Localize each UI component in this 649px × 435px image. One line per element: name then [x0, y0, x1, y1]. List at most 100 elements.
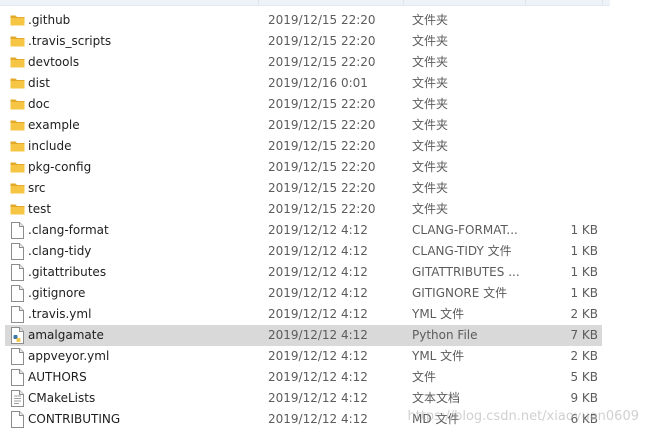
row-icon-cell: [8, 388, 26, 409]
date-modified: 2019/12/15 22:20: [268, 181, 376, 195]
file-type: GITATTRIBUTES ...: [412, 265, 520, 279]
file-size: 1 KB: [570, 265, 598, 279]
folder-icon: [10, 99, 25, 110]
row-icon-cell: [8, 325, 26, 346]
folder-icon: [10, 141, 25, 152]
file-name: include: [28, 139, 72, 153]
folder-row[interactable]: pkg-config 2019/12/15 22:20 文件夹: [5, 157, 602, 178]
folder-icon: [10, 36, 25, 47]
file-name: .clang-format: [28, 223, 109, 237]
row-icon-cell: [8, 94, 26, 115]
file-size: 9 KB: [570, 391, 598, 405]
file-name: src: [28, 181, 46, 195]
file-name: dist: [28, 76, 50, 90]
row-icon-cell: [8, 409, 26, 430]
row-icon-cell: [8, 346, 26, 367]
folder-row[interactable]: devtools 2019/12/15 22:20 文件夹: [5, 52, 602, 73]
file-type: 文本文档: [412, 391, 461, 405]
file-name: .gitattributes: [28, 265, 107, 279]
date-modified: 2019/12/15 22:20: [268, 118, 376, 132]
file-type: 文件: [412, 370, 437, 384]
file-size: [525, 178, 598, 199]
file-name: pkg-config: [28, 160, 92, 174]
file-row[interactable]: amalgamate 2019/12/12 4:12 Python File 7 KB: [5, 325, 602, 346]
file-type: 文件夹: [412, 139, 449, 153]
python-file-icon: [11, 327, 24, 344]
folder-row[interactable]: doc 2019/12/15 22:20 文件夹: [5, 94, 602, 115]
file-size: 7 KB: [570, 328, 598, 342]
file-icon: [11, 285, 24, 302]
column-divider[interactable]: [602, 0, 603, 5]
file-size: 1 KB: [570, 223, 598, 237]
folder-row[interactable]: .travis_scripts 2019/12/15 22:20 文件夹: [5, 31, 602, 52]
file-name: .travis.yml: [28, 307, 92, 321]
file-type: 文件夹: [412, 34, 449, 48]
file-row[interactable]: .clang-format 2019/12/12 4:12 CLANG-FORMAT…: [5, 220, 602, 241]
file-name: doc: [28, 97, 50, 111]
row-icon-cell: [8, 52, 26, 73]
folder-row[interactable]: dist 2019/12/16 0:01 文件夹: [5, 73, 602, 94]
folder-icon: [10, 204, 25, 215]
file-icon: [11, 369, 24, 386]
file-type: YML 文件: [412, 307, 465, 321]
file-size: [525, 199, 598, 220]
file-type: 文件夹: [412, 118, 449, 132]
row-icon-cell: [8, 220, 26, 241]
folder-row[interactable]: src 2019/12/15 22:20 文件夹: [5, 178, 602, 199]
file-row[interactable]: .travis.yml 2019/12/12 4:12 YML 文件 2 KB: [5, 304, 602, 325]
file-row[interactable]: .gitignore 2019/12/12 4:12 GITIGNORE 文件 1 K…: [5, 283, 602, 304]
file-type: CLANG-TIDY 文件: [412, 244, 512, 258]
file-row[interactable]: AUTHORS 2019/12/12 4:12 文件 5 KB: [5, 367, 602, 388]
file-size: [525, 52, 598, 73]
file-list: .github 2019/12/15 22:20 文件夹 .travis_script…: [0, 0, 649, 435]
date-modified: 2019/12/12 4:12: [268, 244, 368, 258]
file-icon: [11, 264, 24, 281]
date-modified: 2019/12/12 4:12: [268, 223, 368, 237]
file-type: CLANG-FORMAT...: [412, 223, 518, 237]
folder-icon: [10, 183, 25, 194]
file-row[interactable]: .gitattributes 2019/12/12 4:12 GITATTRIBUT…: [5, 262, 602, 283]
date-modified: 2019/12/15 22:20: [268, 97, 376, 111]
date-modified: 2019/12/15 22:20: [268, 55, 376, 69]
file-size: [525, 94, 598, 115]
folder-row[interactable]: example 2019/12/15 22:20 文件夹: [5, 115, 602, 136]
date-modified: 2019/12/12 4:12: [268, 349, 368, 363]
date-modified: 2019/12/16 0:01: [268, 76, 368, 90]
column-header-strip[interactable]: [0, 0, 610, 6]
folder-icon: [10, 15, 25, 26]
file-size: 1 KB: [570, 286, 598, 300]
date-modified: 2019/12/15 22:20: [268, 139, 376, 153]
text-document-icon: [11, 390, 24, 407]
column-divider[interactable]: [525, 0, 526, 5]
date-modified: 2019/12/15 22:20: [268, 202, 376, 216]
row-icon-cell: [8, 283, 26, 304]
row-icon-cell: [8, 136, 26, 157]
row-icon-cell: [8, 304, 26, 325]
row-icon-cell: [8, 241, 26, 262]
folder-row[interactable]: include 2019/12/15 22:20 文件夹: [5, 136, 602, 157]
watermark: https://blog.csdn.net/xiaoyuan0609: [407, 409, 639, 424]
row-icon-cell: [8, 199, 26, 220]
date-modified: 2019/12/12 4:12: [268, 412, 368, 426]
file-row[interactable]: appveyor.yml 2019/12/12 4:12 YML 文件 2 KB: [5, 346, 602, 367]
file-type: Python File: [412, 328, 478, 342]
date-modified: 2019/12/12 4:12: [268, 265, 368, 279]
column-divider[interactable]: [403, 0, 404, 5]
column-divider[interactable]: [258, 0, 259, 5]
file-name: .github: [28, 13, 71, 27]
file-name: AUTHORS: [28, 370, 87, 384]
file-row[interactable]: CMakeLists 2019/12/12 4:12 文本文档 9 KB: [5, 388, 602, 409]
folder-row[interactable]: .github 2019/12/15 22:20 文件夹: [5, 10, 602, 31]
folder-icon: [10, 162, 25, 173]
folder-icon: [10, 57, 25, 68]
file-size: 5 KB: [570, 370, 598, 384]
file-name: .clang-tidy: [28, 244, 92, 258]
folder-row[interactable]: test 2019/12/15 22:20 文件夹: [5, 199, 602, 220]
file-name: appveyor.yml: [28, 349, 110, 363]
date-modified: 2019/12/15 22:20: [268, 13, 376, 27]
file-icon: [11, 348, 24, 365]
file-name: CMakeLists: [28, 391, 96, 405]
file-row[interactable]: .clang-tidy 2019/12/12 4:12 CLANG-TIDY 文件 1…: [5, 241, 602, 262]
date-modified: 2019/12/12 4:12: [268, 328, 368, 342]
file-name: test: [28, 202, 52, 216]
